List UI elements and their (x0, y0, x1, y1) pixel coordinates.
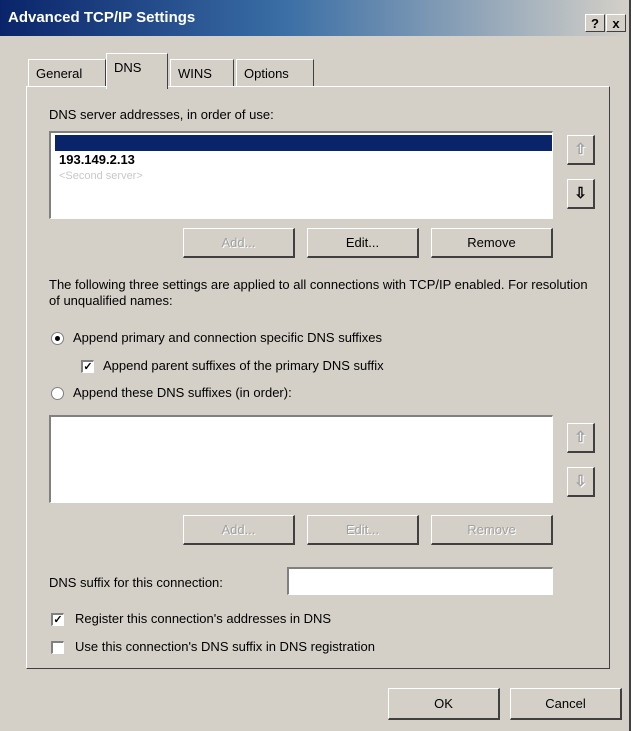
tab-general[interactable]: General (28, 59, 106, 87)
remove-suffix-button[interactable]: Remove (431, 515, 553, 545)
tab-options-label: Options (244, 66, 289, 81)
arrow-up-icon: ⇧ (574, 141, 587, 158)
window-title: Advanced TCP/IP Settings (8, 9, 196, 26)
dns-servers-label: DNS server addresses, in order of use: (49, 107, 274, 122)
register-label: Register this connection's addresses in … (75, 611, 332, 626)
dns-server-item[interactable]: 193.149.2.3 (55, 135, 552, 151)
append-these-label: Append these DNS suffixes (in order): (73, 385, 292, 400)
add-server-button[interactable]: Add... (183, 228, 295, 258)
connection-suffix-field[interactable] (287, 567, 553, 595)
register-checkbox[interactable]: ✓ (51, 613, 64, 626)
tab-options[interactable]: Options (236, 59, 314, 87)
dns-server-list[interactable]: 193.149.2.3 193.149.2.13 <Second server> (49, 131, 553, 219)
arrow-up-icon: ⇧ (574, 429, 587, 446)
arrow-down-icon: ⇩ (574, 185, 587, 202)
close-button[interactable]: x (606, 14, 626, 32)
append-parent-label: Append parent suffixes of the primary DN… (103, 358, 384, 373)
title-bar[interactable]: Advanced TCP/IP Settings ? x (0, 0, 629, 36)
move-up-suffix-button[interactable]: ⇧ (567, 423, 595, 453)
move-down-server-button[interactable]: ⇩ (567, 179, 595, 209)
use-suffix-checkbox[interactable] (51, 641, 64, 654)
cancel-button[interactable]: Cancel (510, 688, 622, 720)
dns-suffix-list[interactable] (49, 415, 553, 503)
ok-button[interactable]: OK (388, 688, 500, 720)
checkmark-icon: ✓ (53, 614, 63, 626)
dns-server-item[interactable]: <Second server> (59, 170, 143, 182)
help-button[interactable]: ? (585, 14, 605, 32)
dns-tab-panel: DNS server addresses, in order of use: 1… (26, 86, 610, 669)
connection-suffix-label: DNS suffix for this connection: (49, 575, 223, 590)
add-suffix-button[interactable]: Add... (183, 515, 295, 545)
resolution-description: The following three settings are applied… (49, 277, 588, 308)
tab-general-label: General (36, 66, 83, 81)
tab-dns[interactable]: DNS (106, 53, 168, 89)
remove-server-button[interactable]: Remove (431, 228, 553, 258)
append-these-radio[interactable] (51, 387, 64, 400)
arrow-down-icon: ⇩ (574, 473, 587, 490)
tab-wins-label: WINS (178, 66, 212, 81)
edit-suffix-button[interactable]: Edit... (307, 515, 419, 545)
tab-wins[interactable]: WINS (170, 59, 234, 87)
tab-dns-label: DNS (114, 60, 142, 75)
advanced-tcpip-dialog: Advanced TCP/IP Settings ? x General DNS… (0, 0, 631, 731)
append-primary-radio[interactable] (51, 332, 64, 345)
radio-dot (55, 336, 60, 341)
use-suffix-label: Use this connection's DNS suffix in DNS … (75, 639, 375, 654)
dns-server-item[interactable]: 193.149.2.13 (59, 152, 135, 167)
append-primary-label: Append primary and connection specific D… (73, 330, 383, 345)
move-down-suffix-button[interactable]: ⇩ (567, 467, 595, 497)
append-parent-checkbox[interactable]: ✓ (81, 360, 94, 373)
move-up-server-button[interactable]: ⇧ (567, 135, 595, 165)
checkmark-icon: ✓ (83, 361, 93, 373)
edit-server-button[interactable]: Edit... (307, 228, 419, 258)
